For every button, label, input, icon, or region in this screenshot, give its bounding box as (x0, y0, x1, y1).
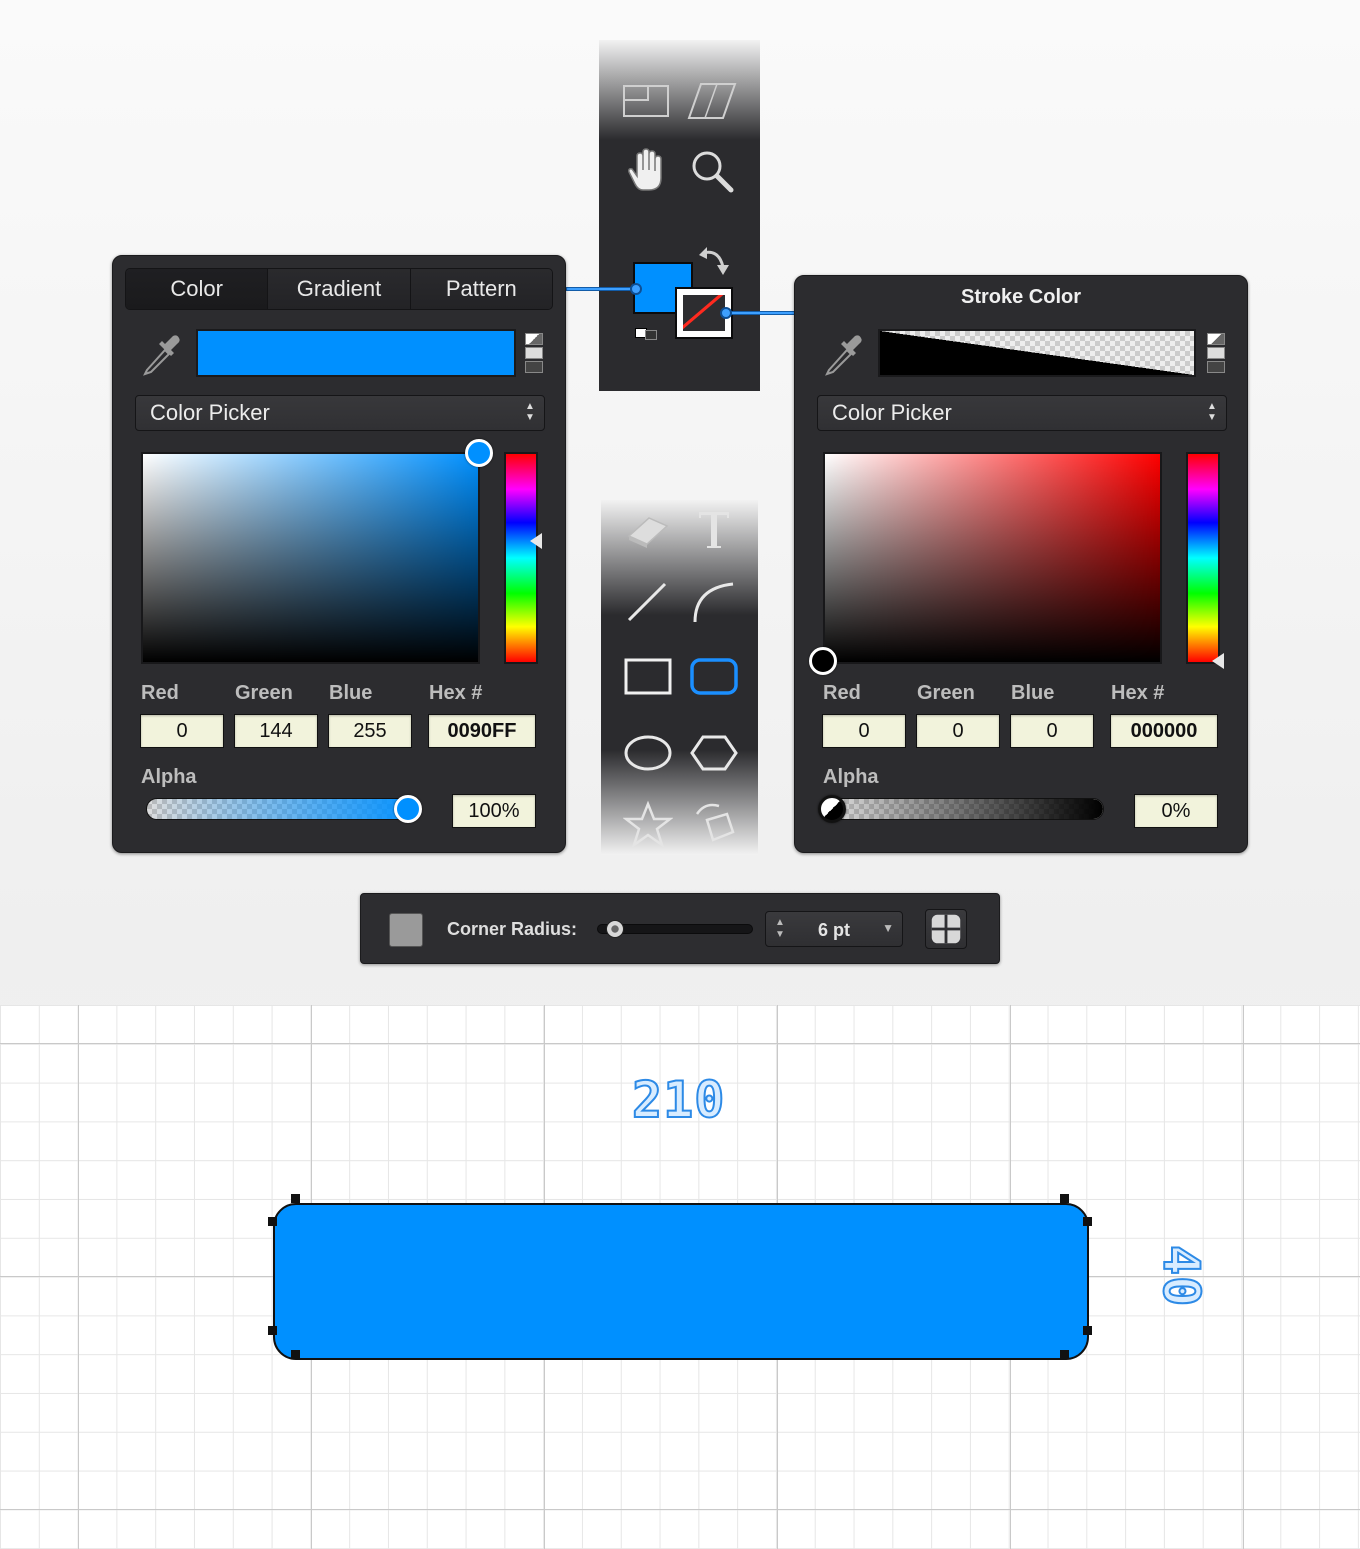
rounded-rectangle-shape[interactable] (273, 1203, 1089, 1360)
stroke-saturation-value-area[interactable] (823, 452, 1162, 664)
stroke-alpha-knob[interactable] (818, 795, 846, 823)
corner-radius-label: Corner Radius: (447, 919, 578, 939)
stroke-sv-knob[interactable] (809, 647, 837, 675)
eyedropper-icon[interactable] (141, 332, 181, 376)
fill-connector-line (566, 287, 636, 291)
red-label: Red (823, 682, 861, 704)
fill-mode-select[interactable]: Color Picker ▲ ▼ (135, 395, 545, 431)
fill-alpha-slider[interactable] (146, 798, 422, 820)
stroke-mode-select[interactable]: Color Picker ▲ ▼ (817, 395, 1227, 431)
red-field[interactable]: 0 (822, 714, 906, 748)
blue-field[interactable]: 255 (328, 714, 412, 748)
green-field[interactable]: 0 (916, 714, 1000, 748)
green-label: Green (235, 682, 293, 704)
fill-hue-marker[interactable] (530, 533, 542, 549)
fill-color-swatch (196, 329, 516, 377)
rounded-rectangle-icon[interactable] (689, 652, 739, 702)
artboard-icon[interactable] (621, 76, 671, 126)
shape-style-swatch[interactable] (389, 913, 423, 947)
resize-handle[interactable] (268, 1326, 277, 1335)
stroke-alpha-field[interactable]: 0% (1134, 794, 1218, 828)
resize-handle[interactable] (1060, 1350, 1069, 1359)
rectangle-icon[interactable] (623, 652, 673, 702)
stroke-color-swatch (878, 329, 1196, 377)
tab-pattern[interactable]: Pattern (410, 269, 552, 309)
swatch-history[interactable] (525, 333, 543, 375)
hex-field[interactable]: 000000 (1110, 714, 1218, 748)
fill-sv-knob[interactable] (465, 439, 493, 467)
corner-radius-value: 6 pt (818, 920, 851, 940)
skew-icon[interactable] (687, 76, 737, 126)
blue-field[interactable]: 0 (1010, 714, 1094, 748)
star-icon[interactable] (622, 800, 674, 850)
tool-strip-bottom (601, 500, 758, 855)
fill-type-tabs: Color Gradient Pattern (125, 268, 553, 310)
stroke-hue-slider[interactable] (1186, 452, 1220, 664)
individual-corners-button[interactable] (925, 909, 967, 949)
fill-mode-label: Color Picker (150, 400, 270, 425)
resize-handle[interactable] (1060, 1194, 1069, 1203)
select-arrows-icon: ▲ ▼ (525, 401, 535, 423)
hex-label: Hex # (1111, 682, 1165, 704)
resize-handle[interactable] (291, 1194, 300, 1203)
line-icon[interactable] (623, 578, 673, 628)
resize-handle[interactable] (1083, 1217, 1092, 1226)
select-arrows-icon: ▲ ▼ (1207, 401, 1217, 423)
stroke-hue-marker[interactable] (1212, 653, 1224, 669)
stroke-connector-line (726, 311, 796, 315)
alpha-label: Alpha (141, 766, 197, 788)
swatch-history[interactable] (1207, 333, 1225, 375)
hex-field[interactable]: 0090FF (428, 714, 536, 748)
corners-grid-icon (931, 914, 961, 944)
red-field[interactable]: 0 (140, 714, 224, 748)
rotate-shape-icon[interactable] (689, 800, 739, 850)
tab-color[interactable]: Color (126, 269, 269, 309)
swap-colors-icon[interactable] (697, 245, 731, 279)
design-canvas[interactable]: 210 40 (0, 1005, 1360, 1549)
fill-saturation-value-area[interactable] (141, 452, 480, 664)
width-dimension-label: 210 (631, 1070, 726, 1130)
blue-label: Blue (329, 682, 373, 704)
red-label: Red (141, 682, 179, 704)
fill-color-panel: Color Gradient Pattern Color Picker ▲ ▼ R… (112, 255, 566, 853)
hand-icon[interactable] (621, 146, 671, 196)
corner-radius-slider-thumb[interactable] (606, 920, 624, 938)
fill-hue-slider[interactable] (504, 452, 538, 664)
eyedropper-icon[interactable] (823, 332, 863, 376)
tab-gradient[interactable]: Gradient (268, 269, 411, 309)
text-icon[interactable] (689, 504, 739, 554)
hex-label: Hex # (429, 682, 483, 704)
default-colors-icon[interactable] (635, 328, 659, 340)
resize-handle[interactable] (268, 1217, 277, 1226)
stroke-alpha-slider[interactable] (828, 798, 1104, 820)
arc-icon[interactable] (689, 578, 739, 628)
corner-radius-bar: Corner Radius: ▲ ▼ 6 pt ▼ (360, 893, 1000, 964)
green-field[interactable]: 144 (234, 714, 318, 748)
stepper-arrows-icon[interactable]: ▲ ▼ (775, 917, 785, 941)
fill-alpha-field[interactable]: 100% (452, 794, 536, 828)
resize-handle[interactable] (1083, 1326, 1092, 1335)
corner-radius-stepper[interactable]: ▲ ▼ 6 pt ▼ (765, 911, 903, 947)
blue-label: Blue (1011, 682, 1055, 704)
alpha-label: Alpha (823, 766, 879, 788)
ellipse-icon[interactable] (623, 728, 673, 778)
zoom-icon[interactable] (687, 146, 737, 196)
polygon-icon[interactable] (689, 728, 739, 778)
stroke-connector-dot (720, 307, 732, 319)
stroke-mode-label: Color Picker (832, 400, 952, 425)
fill-alpha-knob[interactable] (394, 795, 422, 823)
stroke-color-panel: Stroke Color Color Picker ▲ ▼ Red Green B… (794, 275, 1248, 853)
stroke-panel-title: Stroke Color (960, 286, 1082, 308)
height-dimension-label: 40 (1151, 1244, 1211, 1308)
green-label: Green (917, 682, 975, 704)
tool-strip-top (599, 40, 760, 391)
resize-handle[interactable] (291, 1350, 300, 1359)
eraser-icon[interactable] (623, 504, 673, 554)
dropdown-arrow-icon[interactable]: ▼ (882, 921, 894, 935)
fill-connector-dot (630, 283, 642, 295)
